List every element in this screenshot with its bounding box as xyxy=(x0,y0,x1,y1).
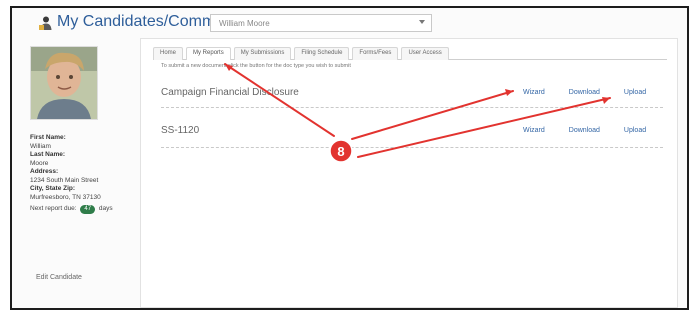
report-actions: Wizard Download Upload xyxy=(523,127,646,134)
row-divider xyxy=(161,147,663,148)
tab-bar: Home My Reports My Submissions Filing Sc… xyxy=(153,47,667,60)
report-actions: Wizard Download Upload xyxy=(523,89,646,96)
next-report-label: Next report due: xyxy=(30,205,77,212)
tab-my-reports[interactable]: My Reports xyxy=(186,47,231,60)
first-name-label: First Name: xyxy=(30,134,66,141)
last-name-label: Last Name: xyxy=(30,151,66,158)
city-zip-label: City, State Zip: xyxy=(30,185,76,192)
days-badge: 47 xyxy=(80,205,96,214)
candidate-sidebar: First Name: William Last Name: Moore Add… xyxy=(12,38,140,308)
upload-link[interactable]: Upload xyxy=(624,89,646,96)
upload-link[interactable]: Upload xyxy=(624,127,646,134)
avatar xyxy=(30,46,98,120)
candidate-selector[interactable]: William Moore xyxy=(210,14,432,32)
download-link[interactable]: Download xyxy=(569,89,600,96)
candidate-info: First Name: William Last Name: Moore Add… xyxy=(30,134,140,214)
candidate-selector-value: William Moore xyxy=(219,19,270,28)
tab-user-access[interactable]: User Access xyxy=(401,47,449,60)
last-name-value: Moore xyxy=(30,159,49,167)
candidate-app-icon xyxy=(39,16,52,30)
next-report-suffix: days xyxy=(98,205,113,212)
chevron-down-icon xyxy=(419,20,425,24)
wizard-link[interactable]: Wizard xyxy=(523,89,545,96)
candidate-photo xyxy=(31,47,97,119)
city-zip-value: Murfreesboro, TN 37130 xyxy=(30,193,101,201)
application-window: My Candidates/Committees William Moore F… xyxy=(10,6,689,310)
title-bar: My Candidates/Committees William Moore xyxy=(12,8,687,38)
tab-filing-schedule[interactable]: Filing Schedule xyxy=(294,47,350,60)
row-divider xyxy=(161,107,663,108)
next-report-line: Next report due: 47 days xyxy=(30,205,140,214)
address-label: Address: xyxy=(30,168,59,175)
report-title: SS-1120 xyxy=(161,125,200,136)
reports-panel: Home My Reports My Submissions Filing Sc… xyxy=(140,38,678,308)
edit-candidate-link[interactable]: Edit Candidate xyxy=(36,274,82,281)
tab-my-submissions[interactable]: My Submissions xyxy=(233,47,292,60)
tab-forms-fees[interactable]: Forms/Fees xyxy=(352,47,399,60)
wizard-link[interactable]: Wizard xyxy=(523,127,545,134)
first-name-value: William xyxy=(30,142,51,150)
tab-home[interactable]: Home xyxy=(153,47,184,60)
instruction-text: To submit a new document click the butto… xyxy=(161,63,351,69)
download-link[interactable]: Download xyxy=(569,127,600,134)
address-value: 1234 South Main Street xyxy=(30,176,99,184)
report-title: Campaign Financial Disclosure xyxy=(161,87,299,98)
